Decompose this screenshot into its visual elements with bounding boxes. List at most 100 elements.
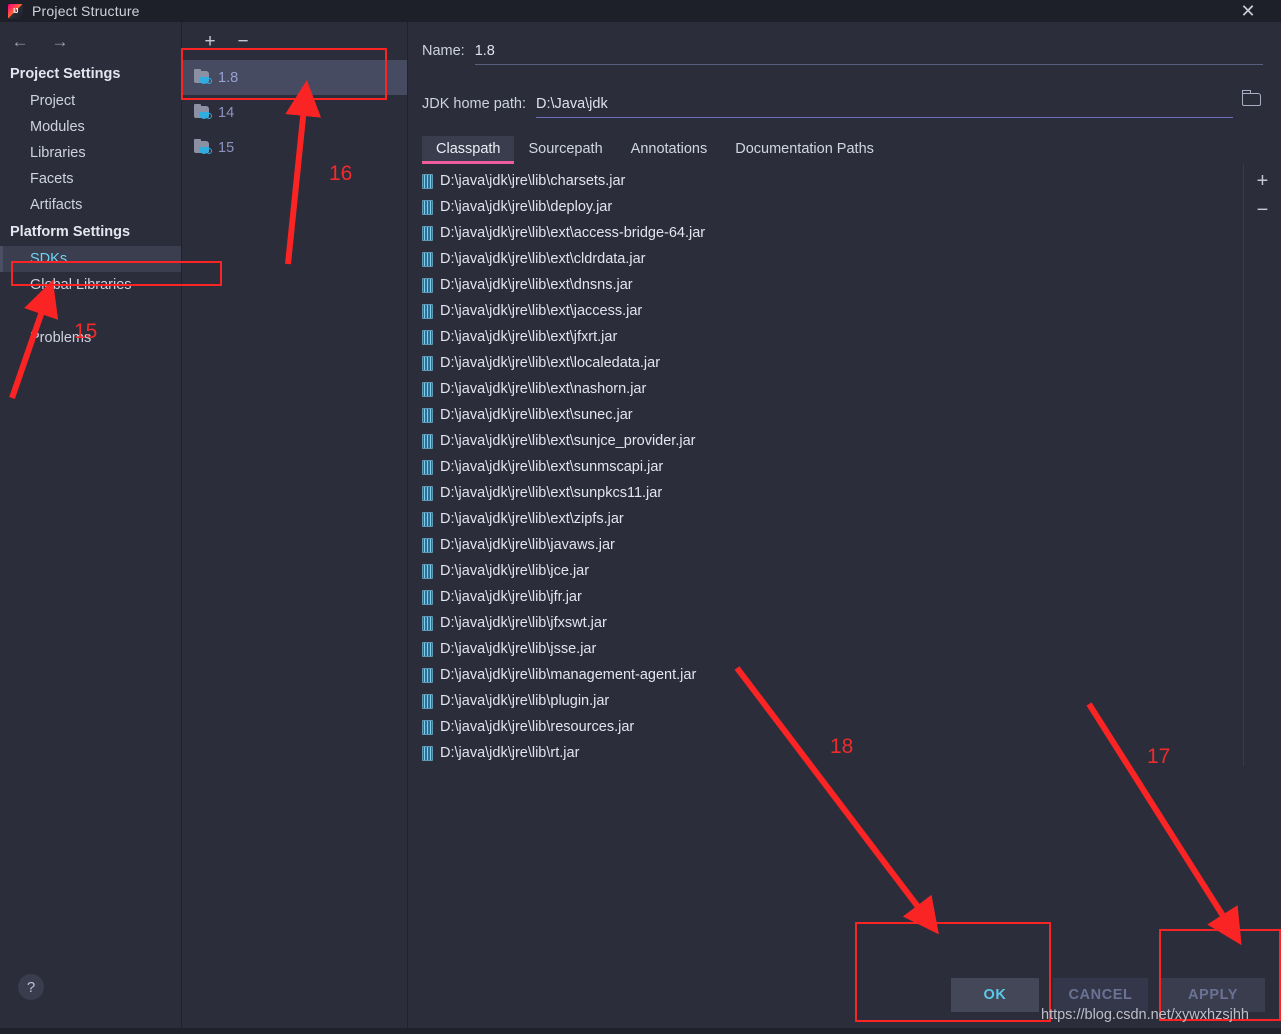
jar-file-icon (422, 303, 433, 319)
project-structure-dialog: Project Structure ✕ ← → Project Settings… (0, 0, 1281, 1034)
sdk-name-input[interactable]: 1.8 (474, 43, 1263, 65)
plus-icon[interactable]: + (200, 31, 220, 51)
classpath-row[interactable]: D:\java\jdk\jre\lib\ext\jfxrt.jar (409, 324, 1281, 350)
title-bar: Project Structure ✕ (0, 0, 1281, 22)
jar-file-icon (422, 225, 433, 241)
classpath-row[interactable]: D:\java\jdk\jre\lib\management-agent.jar (409, 662, 1281, 688)
ok-button[interactable]: OK (951, 978, 1039, 1012)
apply-button[interactable]: APPLY (1161, 978, 1265, 1012)
classpath-row[interactable]: D:\java\jdk\jre\lib\ext\sunpkcs11.jar (409, 480, 1281, 506)
classpath-entry-label: D:\java\jdk\jre\lib\ext\jfxrt.jar (440, 329, 618, 345)
jar-file-icon (422, 381, 433, 397)
arrow-right-icon[interactable]: → (48, 29, 72, 53)
sidebar-item-global-libraries[interactable]: Global Libraries (0, 272, 181, 298)
sidebar-group-platform-settings: Platform Settings (10, 224, 131, 240)
classpath-row[interactable]: D:\java\jdk\jre\lib\resources.jar (409, 714, 1281, 740)
jar-file-icon (422, 251, 433, 267)
sidebar-item-project[interactable]: Project (0, 88, 181, 114)
classpath-row[interactable]: D:\java\jdk\jre\lib\ext\jaccess.jar (409, 298, 1281, 324)
classpath-row[interactable]: D:\java\jdk\jre\lib\jce.jar (409, 558, 1281, 584)
jar-file-icon (422, 641, 433, 657)
classpath-row[interactable]: D:\java\jdk\jre\lib\jfxswt.jar (409, 610, 1281, 636)
question-mark-icon[interactable]: ? (18, 974, 44, 1000)
sdk-item-label: 15 (218, 139, 235, 156)
classpath-row[interactable]: D:\java\jdk\jre\lib\jsse.jar (409, 636, 1281, 662)
cancel-button[interactable]: CANCEL (1053, 978, 1148, 1012)
classpath-row[interactable]: D:\java\jdk\jre\lib\ext\access-bridge-64… (409, 220, 1281, 246)
classpath-row[interactable]: D:\java\jdk\jre\lib\jfr.jar (409, 584, 1281, 610)
close-icon[interactable]: ✕ (1233, 0, 1263, 22)
classpath-row[interactable]: D:\java\jdk\jre\lib\ext\localedata.jar (409, 350, 1281, 376)
minus-icon[interactable]: − (1253, 200, 1273, 220)
sidebar-item-sdks[interactable]: SDKs (0, 246, 181, 272)
arrow-left-icon[interactable]: ← (8, 29, 32, 53)
sidebar-item-facets[interactable]: Facets (0, 166, 181, 192)
jdk-folder-icon (194, 104, 212, 120)
jar-file-icon (422, 745, 433, 761)
jar-file-icon (422, 277, 433, 293)
tab-documentation-paths[interactable]: Documentation Paths (721, 136, 888, 164)
sidebar-nav-buttons: ← → (0, 22, 181, 60)
sdk-name-label: Name: (422, 43, 465, 59)
jdk-folder-icon (194, 139, 212, 155)
sdk-name-row: Name: 1.8 (409, 43, 1281, 65)
classpath-entry-label: D:\java\jdk\jre\lib\rt.jar (440, 745, 580, 761)
jar-file-icon (422, 719, 433, 735)
window-title: Project Structure (32, 3, 140, 19)
jar-file-icon (422, 563, 433, 579)
sdk-list-item-1-8[interactable]: 1.8 (183, 60, 407, 95)
classpath-entry-label: D:\java\jdk\jre\lib\ext\zipfs.jar (440, 511, 624, 527)
sdk-item-label: 1.8 (218, 69, 239, 86)
tab-sourcepath[interactable]: Sourcepath (514, 136, 616, 164)
classpath-row[interactable]: D:\java\jdk\jre\lib\ext\nashorn.jar (409, 376, 1281, 402)
classpath-row[interactable]: D:\java\jdk\jre\lib\ext\zipfs.jar (409, 506, 1281, 532)
sidebar-group-project-settings: Project Settings (10, 66, 121, 82)
classpath-entry-label: D:\java\jdk\jre\lib\ext\cldrdata.jar (440, 251, 646, 267)
jdk-home-path-input[interactable]: D:\Java\jdk (535, 96, 1233, 118)
sidebar-item-problems[interactable]: Problems (0, 325, 181, 351)
sdk-detail-tabs: Classpath Sourcepath Annotations Documen… (409, 136, 1281, 164)
jar-file-icon (422, 485, 433, 501)
jar-file-icon (422, 615, 433, 631)
jar-file-icon (422, 589, 433, 605)
classpath-row[interactable]: D:\java\jdk\jre\lib\ext\sunmscapi.jar (409, 454, 1281, 480)
sdk-list-item-15[interactable]: 15 (183, 130, 407, 165)
classpath-entry-label: D:\java\jdk\jre\lib\ext\sunpkcs11.jar (440, 485, 663, 501)
sidebar-item-artifacts[interactable]: Artifacts (0, 192, 181, 218)
sidebar-item-modules[interactable]: Modules (0, 114, 181, 140)
plus-icon[interactable]: + (1253, 171, 1273, 191)
classpath-entry-label: D:\java\jdk\jre\lib\management-agent.jar (440, 667, 697, 683)
sidebar-item-libraries[interactable]: Libraries (0, 140, 181, 166)
classpath-row[interactable]: D:\java\jdk\jre\lib\javaws.jar (409, 532, 1281, 558)
classpath-row[interactable]: D:\java\jdk\jre\lib\deploy.jar (409, 194, 1281, 220)
classpath-list: D:\java\jdk\jre\lib\charsets.jar D:\java\… (409, 164, 1281, 766)
classpath-entry-label: D:\java\jdk\jre\lib\ext\sunmscapi.jar (440, 459, 664, 475)
tab-classpath[interactable]: Classpath (422, 136, 515, 164)
jar-file-icon (422, 329, 433, 345)
sdk-list-toolbar: + − (183, 22, 407, 60)
jar-file-icon (422, 693, 433, 709)
classpath-entry-label: D:\java\jdk\jre\lib\plugin.jar (440, 693, 610, 709)
classpath-row[interactable]: D:\java\jdk\jre\lib\ext\dnsns.jar (409, 272, 1281, 298)
folder-browse-icon[interactable] (1241, 90, 1263, 108)
sdk-list-item-14[interactable]: 14 (183, 95, 407, 130)
jar-file-icon (422, 433, 433, 449)
classpath-entry-label: D:\java\jdk\jre\lib\jce.jar (440, 563, 590, 579)
sdk-list-panel: + − 1.8 14 15 (183, 22, 408, 1034)
classpath-row[interactable]: D:\java\jdk\jre\lib\ext\sunec.jar (409, 402, 1281, 428)
classpath-row[interactable]: D:\java\jdk\jre\lib\plugin.jar (409, 688, 1281, 714)
classpath-row[interactable]: D:\java\jdk\jre\lib\charsets.jar (409, 168, 1281, 194)
minus-icon[interactable]: − (233, 31, 253, 51)
classpath-entry-label: D:\java\jdk\jre\lib\resources.jar (440, 719, 635, 735)
sdk-item-label: 14 (218, 104, 235, 121)
jdk-home-path-row: JDK home path: D:\Java\jdk (409, 90, 1281, 118)
classpath-row[interactable]: D:\java\jdk\jre\lib\ext\cldrdata.jar (409, 246, 1281, 272)
classpath-toolbar: + − (1243, 164, 1281, 766)
jar-file-icon (422, 667, 433, 683)
jar-file-icon (422, 173, 433, 189)
classpath-entry-label: D:\java\jdk\jre\lib\ext\sunjce_provider.… (440, 433, 696, 449)
tab-annotations[interactable]: Annotations (617, 136, 722, 164)
classpath-row[interactable]: D:\java\jdk\jre\lib\ext\sunjce_provider.… (409, 428, 1281, 454)
classpath-row[interactable]: D:\java\jdk\jre\lib\rt.jar (409, 740, 1281, 766)
jar-file-icon (422, 537, 433, 553)
